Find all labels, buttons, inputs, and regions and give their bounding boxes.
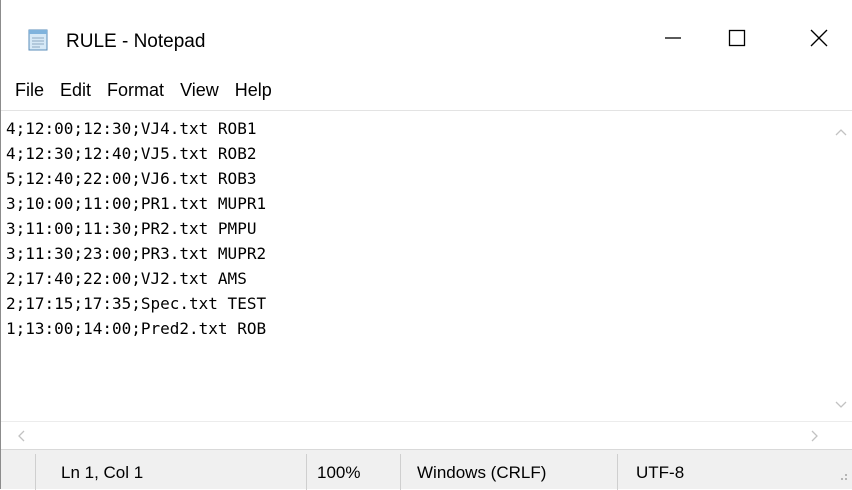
line-ending: Windows (CRLF) <box>417 463 547 482</box>
text-line: 1;13:00;14:00;Pred2.txt ROB <box>6 319 267 338</box>
text-line: 4;12:00;12:30;VJ4.txt ROB1 <box>6 119 257 138</box>
menu-bar: File Edit Format View Help <box>1 73 852 107</box>
scroll-right-icon[interactable] <box>811 429 819 447</box>
resize-grip-icon[interactable] <box>836 466 848 486</box>
status-divider <box>35 454 36 490</box>
title-bar[interactable]: RULE - Notepad <box>1 0 852 66</box>
close-icon <box>809 28 829 53</box>
status-divider <box>306 454 307 490</box>
text-line: 3;11:00;11:30;PR2.txt PMPU <box>6 219 257 238</box>
zoom-level: 100% <box>317 463 361 482</box>
notepad-window: RULE - Notepad File Edit Format View Hel… <box>0 0 852 490</box>
text-editor[interactable]: 4;12:00;12:30;VJ4.txt ROB1 4;12:30;12:40… <box>1 110 852 421</box>
editor-content[interactable]: 4;12:00;12:30;VJ4.txt ROB1 4;12:30;12:40… <box>6 116 266 341</box>
maximize-icon <box>727 28 747 53</box>
status-divider <box>400 454 401 490</box>
scroll-down-icon[interactable] <box>835 396 847 414</box>
menu-format[interactable]: Format <box>99 78 172 103</box>
text-line: 3;10:00;11:00;PR1.txt MUPR1 <box>6 194 267 213</box>
status-divider <box>617 454 618 490</box>
minimize-button[interactable] <box>641 14 705 66</box>
menu-help[interactable]: Help <box>227 78 280 103</box>
maximize-button[interactable] <box>705 14 769 66</box>
horizontal-scrollbar[interactable] <box>1 421 852 447</box>
text-line: 3;11:30;23:00;PR3.txt MUPR2 <box>6 244 267 263</box>
menu-edit[interactable]: Edit <box>52 78 99 103</box>
close-button[interactable] <box>787 14 851 66</box>
cursor-position: Ln 1, Col 1 <box>61 463 144 482</box>
notepad-icon <box>26 28 50 52</box>
vertical-scrollbar[interactable] <box>830 111 852 421</box>
status-bar: Ln 1, Col 1 100% Windows (CRLF) UTF-8 <box>1 449 852 490</box>
scroll-left-icon[interactable] <box>17 429 25 447</box>
text-line: 5;12:40;22:00;VJ6.txt ROB3 <box>6 169 257 188</box>
scroll-up-icon[interactable] <box>835 123 847 141</box>
window-title: RULE - Notepad <box>66 31 206 52</box>
text-line: 4;12:30;12:40;VJ5.txt ROB2 <box>6 144 257 163</box>
menu-view[interactable]: View <box>172 78 227 103</box>
encoding: UTF-8 <box>636 463 685 482</box>
minimize-icon <box>663 28 683 53</box>
text-line: 2;17:40;22:00;VJ2.txt AMS <box>6 269 247 288</box>
menu-file[interactable]: File <box>1 78 52 103</box>
text-line: 2;17:15;17:35;Spec.txt TEST <box>6 294 267 313</box>
